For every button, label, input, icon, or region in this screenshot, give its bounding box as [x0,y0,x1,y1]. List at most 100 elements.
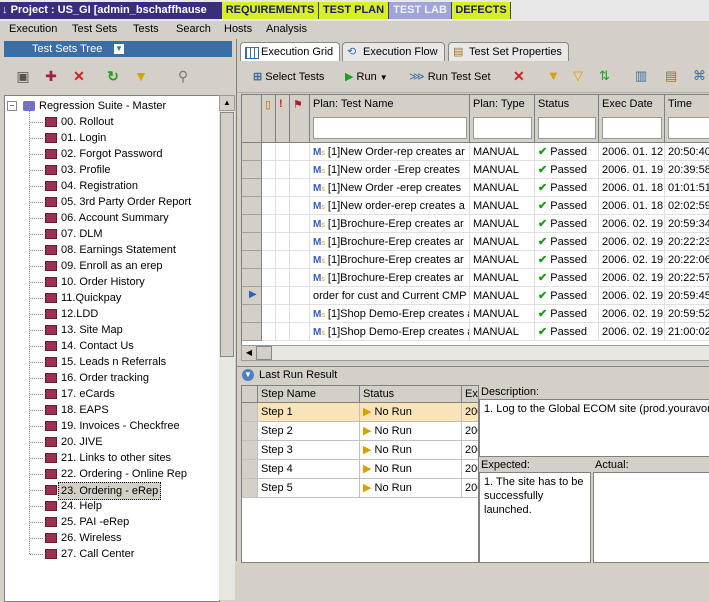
tree-item[interactable]: 14. Contact Us [5,338,219,354]
exec-date-cell[interactable]: 2006. 01. 18. [599,197,665,215]
row-selector[interactable] [242,323,262,341]
status-cell[interactable]: ✔ Passed [535,161,599,179]
execution-grid[interactable]: ▯ ! ⚑ Plan: Test Name Plan: Type Status … [241,94,709,346]
test-name-cell[interactable]: Ms [1]Brochure-Erep creates ar [310,269,470,287]
attachment-cell[interactable] [262,233,276,251]
time-cell[interactable]: 02:02:59 [665,197,709,215]
collapse-node-icon[interactable]: − [7,101,17,111]
exec-date-cell[interactable]: 2006. 02. 19. [599,251,665,269]
priority-cell[interactable] [276,305,290,323]
tab-test-lab[interactable]: TEST LAB [389,2,452,19]
refresh-icon[interactable]: ↻ [104,67,122,85]
tree-item[interactable]: 00. Rollout [5,114,219,130]
row-selector[interactable] [242,179,262,197]
status-cell[interactable]: ✔ Passed [535,179,599,197]
collapse-icon[interactable]: ▼ [242,369,254,381]
attachment-cell[interactable] [262,143,276,161]
priority-cell[interactable] [276,197,290,215]
step-exec-cell[interactable]: 200 [462,422,478,441]
test-name-cell[interactable]: Ms [1]New Order-rep creates ar [310,143,470,161]
flag-cell[interactable] [290,233,310,251]
test-name-cell[interactable]: Ms [1]Shop Demo-Erep creates a [310,305,470,323]
scroll-thumb[interactable] [256,346,272,360]
step-row-selector[interactable] [242,422,258,441]
attachment-cell[interactable] [262,179,276,197]
tab-requirements[interactable]: REQUIREMENTS [222,2,319,19]
attachment-cell[interactable] [262,287,276,305]
step-exec-cell[interactable]: 200 [462,441,478,460]
priority-cell[interactable] [276,323,290,341]
tree-item[interactable]: 22. Ordering - Online Rep [5,466,219,482]
flag-cell[interactable] [290,251,310,269]
tree-item[interactable]: 06. Account Summary [5,210,219,226]
row-selector[interactable] [242,161,262,179]
flag-column-header[interactable]: ⚑ [290,95,310,143]
status-cell[interactable]: ✔ Passed [535,197,599,215]
status-cell[interactable]: ✔ Passed [535,233,599,251]
exec-date-cell[interactable]: 2006. 02. 19. [599,323,665,341]
type-cell[interactable]: MANUAL [470,143,535,161]
filter-icon[interactable]: ▼ [132,67,150,85]
test-name-cell[interactable]: Ms [1]Shop Demo-Erep creates a [310,323,470,341]
exec-date-cell[interactable]: 2006. 02. 19. [599,305,665,323]
find-icon[interactable]: ⚲ [174,67,192,85]
step-name-cell[interactable]: Step 1 [258,403,360,422]
test-name-cell[interactable]: Ms [1]New order-erep creates a [310,197,470,215]
tab-defects[interactable]: DEFECTS [452,2,511,19]
attachment-cell[interactable] [262,197,276,215]
chevron-down-icon[interactable]: ▼ [114,44,124,54]
status-filter[interactable] [538,117,596,139]
test-name-cell[interactable]: Ms [1]New order -Erep creates [310,161,470,179]
type-cell[interactable]: MANUAL [470,323,535,341]
exec-date-cell[interactable]: 2006. 02. 19. [599,215,665,233]
tree-item[interactable]: 05. 3rd Party Order Report [5,194,219,210]
tree-item[interactable]: 01. Login [5,130,219,146]
test-name-cell[interactable]: Ms [1]New Order -erep creates [310,179,470,197]
menu-test-sets[interactable]: Test Sets [72,23,117,35]
tree-scrollbar[interactable]: ▲ [219,95,235,600]
time-filter[interactable] [668,117,709,139]
time-cell[interactable]: 01:01:51 [665,179,709,197]
time-cell[interactable]: 20:22:57 [665,269,709,287]
flag-cell[interactable] [290,269,310,287]
step-exec-cell[interactable]: 200 [462,479,478,498]
exec-date-cell[interactable]: 2006. 01. 19. [599,161,665,179]
priority-cell[interactable] [276,179,290,197]
remove-icon[interactable]: ✕ [513,68,525,85]
tab-test-plan[interactable]: TEST PLAN [319,2,389,19]
row-selector[interactable] [242,197,262,215]
row-selector[interactable]: ▶ [242,287,262,305]
sort-icon[interactable]: ⇅ [599,68,610,84]
tree-item[interactable]: 09. Enroll as an erep [5,258,219,274]
type-column-header[interactable]: Plan: Type [470,95,535,143]
flag-cell[interactable] [290,323,310,341]
steps-table[interactable]: Step Name Status Exe Step 1▶ No Run200St… [241,385,479,563]
status-cell[interactable]: ✔ Passed [535,215,599,233]
tree-item[interactable]: 21. Links to other sites [5,450,219,466]
tree-root[interactable]: − Regression Suite - Master [5,98,219,114]
test-name-column-header[interactable]: Plan: Test Name [310,95,470,143]
columns-icon[interactable]: ▥ [635,68,647,84]
time-cell[interactable]: 20:50:40 [665,143,709,161]
tree-item[interactable]: 15. Leads n Referrals [5,354,219,370]
tab-execution-flow[interactable]: ⟲ Execution Flow [342,42,445,61]
status-cell[interactable]: ✔ Passed [535,287,599,305]
flag-cell[interactable] [290,215,310,233]
test-name-cell[interactable]: Ms [1]Brochure-Erep creates ar [310,251,470,269]
row-selector[interactable] [242,269,262,287]
time-cell[interactable]: 20:59:52 [665,305,709,323]
exec-date-cell[interactable]: 2006. 02. 19. [599,269,665,287]
step-name-cell[interactable]: Step 5 [258,479,360,498]
step-row-selector[interactable] [242,441,258,460]
step-row-selector[interactable] [242,403,258,422]
exec-date-cell[interactable]: 2006. 01. 18. [599,179,665,197]
tree-item[interactable]: 12.LDD [5,306,219,322]
tab-test-set-properties[interactable]: ▤ Test Set Properties [448,42,569,61]
step-status-cell[interactable]: ▶ No Run [360,422,462,441]
step-status-cell[interactable]: ▶ No Run [360,403,462,422]
filter-icon[interactable]: ▼ [547,68,560,83]
menu-search[interactable]: Search [176,23,211,35]
step-row-selector[interactable] [242,460,258,479]
step-name-cell[interactable]: Step 3 [258,441,360,460]
priority-column-header[interactable]: ! [276,95,290,143]
